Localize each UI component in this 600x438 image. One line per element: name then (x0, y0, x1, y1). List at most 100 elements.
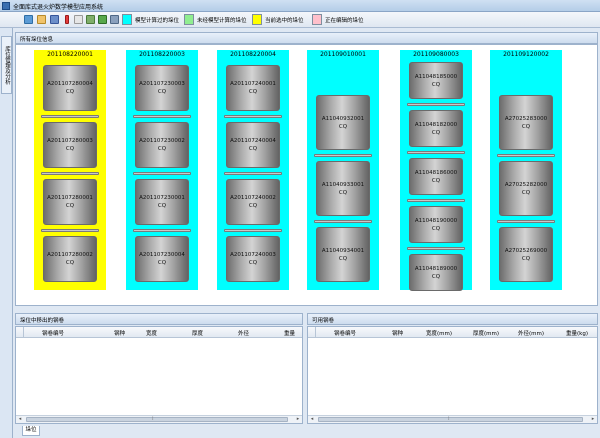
legend-label-selected: 当前选中的垛位 (265, 18, 304, 24)
coil-name: A11040933001 (321, 181, 365, 188)
coil-label: A201107230002 CQ (136, 137, 188, 153)
stock-slot[interactable]: 201108220003 A201107230003 CQ A201107230002… (126, 50, 198, 290)
removed-coils-header: 垛位中移出的钢卷 (15, 313, 303, 325)
coil-spacer (41, 114, 99, 118)
coil-name: A201107230004 (139, 252, 185, 258)
coil[interactable]: A11040934001 CQ (316, 227, 370, 282)
scroll-left-icon[interactable]: ◂ (308, 416, 316, 423)
coil-grade: CQ (248, 203, 258, 209)
coil-grade: CQ (65, 146, 75, 152)
coil-label: A201107280003 CQ (44, 137, 96, 153)
toolbar: 模型计算过的垛位 未经模型计算的垛位 当前选中的垛位 正在编辑的垛位 (0, 12, 600, 28)
print-icon[interactable] (110, 15, 119, 24)
scroll-thumb[interactable] (26, 417, 288, 422)
stock-slot[interactable]: 201108220001 A201107280004 CQ A201107280003… (34, 50, 106, 290)
stock-slot[interactable]: 201109120002 A27025283000 CQ A27025282000 CQ… (490, 50, 562, 290)
coil-grade: CQ (431, 225, 441, 232)
column-header[interactable]: 外径 (238, 329, 249, 337)
coil-name: A11048182000 (414, 121, 458, 128)
refresh-icon[interactable] (24, 15, 33, 24)
available-coils-header: 可用钢卷 (307, 313, 598, 325)
coil[interactable]: A201107230001 CQ (135, 179, 189, 225)
scroll-thumb[interactable] (318, 417, 583, 422)
coil[interactable]: A27025269000 CQ (499, 227, 553, 282)
coil-name: A11040934001 (321, 247, 365, 254)
stock-slot[interactable]: 201108220004 A201107240001 CQ A201107240004… (217, 50, 289, 290)
column-header[interactable]: 钢种 (392, 329, 403, 337)
column-header[interactable]: 厚度(mm) (473, 329, 499, 337)
coil-spacer (133, 228, 191, 232)
coil[interactable]: A201107240002 CQ (226, 179, 280, 225)
column-header[interactable]: 钢卷编号 (334, 329, 356, 337)
coil[interactable]: A11048189000 CQ (409, 254, 463, 291)
removed-coils-columns: 钢卷编号 钢种 宽度 厚度 外径 重量 (16, 327, 302, 338)
coil-grade: CQ (248, 89, 258, 95)
coil[interactable]: A201107280002 CQ (43, 236, 97, 282)
column-header[interactable]: 外径(mm) (518, 329, 544, 337)
coil-name: A201107230002 (139, 138, 185, 144)
coil-grade: CQ (431, 129, 441, 136)
stock-panel-header: 所有垛位信息 (15, 32, 598, 44)
coil-grade: CQ (338, 123, 348, 130)
scroll-right-icon[interactable]: ▸ (589, 416, 597, 423)
coil-label: A201107230003 CQ (136, 80, 188, 96)
coil[interactable]: A11048190000 CQ (409, 206, 463, 243)
scroll-right-icon[interactable]: ▸ (294, 416, 302, 423)
available-coils-columns: 钢卷编号 钢种 宽度(mm) 厚度(mm) 外径(mm) 重量(kg) (308, 327, 597, 338)
coil[interactable]: A201107230002 CQ (135, 122, 189, 168)
tab-stock[interactable]: 垛位 (22, 426, 40, 436)
play-icon[interactable] (98, 15, 107, 24)
coil[interactable]: A201107230004 CQ (135, 236, 189, 282)
horizontal-scrollbar[interactable]: ◂ ⁞ ▸ (308, 415, 597, 423)
coil[interactable]: A201107280001 CQ (43, 179, 97, 225)
sidebar-tab[interactable]: 库位管理及分析 (1, 36, 12, 94)
column-header[interactable]: 厚度 (192, 329, 203, 337)
coil-name: A201107230003 (139, 81, 185, 87)
coil[interactable]: A27025282000 CQ (499, 161, 553, 216)
stock-slot-id: 201108220004 (230, 51, 276, 58)
coil-grade: CQ (157, 89, 167, 95)
coil[interactable]: A11040932001 CQ (316, 95, 370, 150)
horizontal-scrollbar[interactable]: ◂ ⁞ ▸ (16, 415, 302, 423)
column-header[interactable]: 重量 (284, 329, 295, 337)
coil-grade: CQ (521, 255, 531, 262)
coil-label: A11048189000 CQ (410, 265, 462, 281)
edit-icon[interactable] (37, 15, 46, 24)
row-header-corner (308, 327, 316, 338)
coil-spacer (224, 228, 282, 232)
coil-name: A27025282000 (504, 181, 548, 188)
coil-grade: CQ (338, 189, 348, 196)
coil[interactable]: A27025283000 CQ (499, 95, 553, 150)
export-icon[interactable] (86, 15, 95, 24)
coil[interactable]: A11048186000 CQ (409, 158, 463, 195)
coil-name: A11048185000 (414, 73, 458, 80)
stock-slot-id: 201109010001 (320, 51, 366, 58)
window-title: 全面库式退火炉数学模型应用系统 (13, 4, 104, 11)
legend-swatch-uncalculated (184, 14, 194, 25)
stock-slot[interactable]: 201109080003 A11048185000 CQ A11048182000 CQ… (400, 50, 472, 291)
coil-grade: CQ (248, 146, 258, 152)
coil[interactable]: A201107280004 CQ (43, 65, 97, 111)
coil[interactable]: A201107240001 CQ (226, 65, 280, 111)
coil-label: A11040933001 CQ (317, 181, 369, 197)
coil[interactable]: A11048182000 CQ (409, 110, 463, 147)
column-header[interactable]: 钢种 (114, 329, 125, 337)
column-header[interactable]: 重量(kg) (566, 329, 588, 337)
coil[interactable]: A201107240003 CQ (226, 236, 280, 282)
coil-grade: CQ (431, 177, 441, 184)
coil[interactable]: A201107240004 CQ (226, 122, 280, 168)
save-icon[interactable] (50, 15, 59, 24)
column-header[interactable]: 宽度(mm) (426, 329, 452, 337)
scroll-left-icon[interactable]: ◂ (16, 416, 24, 423)
title-bar: 全面库式退火炉数学模型应用系统 (0, 0, 600, 12)
stock-slot[interactable]: 201109010001 A11040932001 CQ A11040933001 CQ… (307, 50, 379, 290)
coil[interactable]: A11048185000 CQ (409, 62, 463, 99)
coil[interactable]: A11040933001 CQ (316, 161, 370, 216)
alert-icon[interactable] (65, 15, 69, 24)
column-header[interactable]: 钢卷编号 (42, 329, 64, 337)
column-header[interactable]: 宽度 (146, 329, 157, 337)
blank-icon[interactable] (74, 15, 83, 24)
coil-grade: CQ (521, 123, 531, 130)
coil[interactable]: A201107280003 CQ (43, 122, 97, 168)
coil[interactable]: A201107230003 CQ (135, 65, 189, 111)
